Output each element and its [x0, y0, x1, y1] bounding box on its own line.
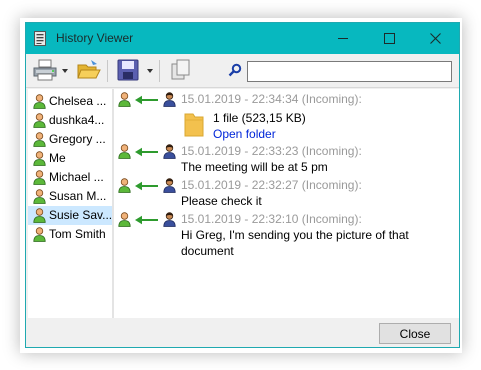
search-icon: [228, 63, 242, 77]
maximize-icon: [384, 33, 395, 44]
incoming-arrow-icon: [135, 147, 158, 157]
contact-item[interactable]: Tom Smith: [28, 225, 112, 244]
message-direction-icons: [118, 178, 178, 194]
contact-name: Michael ...: [49, 170, 104, 184]
contact-item[interactable]: Gregory ...: [28, 130, 112, 149]
message-text: The meeting will be at 5 pm: [181, 160, 328, 174]
message-text: document: [181, 244, 234, 258]
sender-user-icon: [163, 92, 176, 107]
file-info: 1 file (523,15 KB): [213, 111, 306, 125]
message-timestamp: 15.01.2019 - 22:34:34 (Incoming):: [181, 92, 362, 106]
search-input[interactable]: [247, 61, 452, 82]
user-icon: [33, 94, 46, 109]
contact-item[interactable]: Me: [28, 149, 112, 168]
message-direction-icons: [118, 144, 178, 160]
incoming-arrow-icon: [135, 215, 158, 225]
contact-name: Susie Sav...: [49, 208, 113, 222]
app-icon: [34, 31, 46, 46]
print-dropdown-arrow[interactable]: [62, 69, 68, 73]
message-text: Please check it: [181, 194, 262, 208]
maximize-button[interactable]: [367, 23, 413, 54]
message-direction-icons: [118, 92, 178, 108]
contact-item[interactable]: Chelsea ...: [28, 92, 112, 111]
minimize-button[interactable]: [321, 23, 367, 54]
incoming-arrow-icon: [135, 181, 158, 191]
contact-name: Gregory ...: [49, 132, 106, 146]
sender-user-icon: [163, 212, 176, 227]
recipient-user-icon: [118, 212, 131, 227]
minimize-icon: [338, 38, 348, 39]
toolbar-separator: [159, 60, 160, 82]
message-timestamp: 15.01.2019 - 22:32:27 (Incoming):: [181, 178, 362, 192]
recipient-user-icon: [118, 144, 131, 159]
user-icon: [33, 170, 46, 185]
contact-item[interactable]: Michael ...: [28, 168, 112, 187]
folder-icon: [184, 113, 204, 137]
window-title: History Viewer: [56, 31, 134, 45]
copy-icon[interactable]: [168, 58, 194, 82]
user-icon: [33, 132, 46, 147]
contact-list[interactable]: Chelsea ... dushka4... Gregory ... Me Michae…: [28, 89, 112, 318]
user-icon: [33, 113, 46, 128]
toolbar-separator: [107, 60, 108, 82]
save-icon[interactable]: [116, 58, 140, 82]
incoming-arrow-icon: [135, 95, 158, 105]
open-folder-icon[interactable]: [76, 58, 102, 82]
contact-name: Me: [49, 151, 66, 165]
close-window-button[interactable]: [413, 23, 459, 54]
title-bar[interactable]: History Viewer: [26, 23, 459, 54]
user-icon: [33, 151, 46, 166]
contact-item[interactable]: Susie Sav...: [28, 206, 112, 225]
user-icon: [33, 227, 46, 242]
user-icon: [33, 189, 46, 204]
history-viewer-window: History Viewer Chelsea ... dushka4... Gr…: [25, 22, 460, 348]
contact-name: Chelsea ...: [49, 94, 107, 108]
contact-name: dushka4...: [49, 113, 105, 127]
sender-user-icon: [163, 144, 176, 159]
recipient-user-icon: [118, 178, 131, 193]
toolbar: [26, 54, 459, 88]
message-history[interactable]: 15.01.2019 - 22:34:34 (Incoming): 1 file…: [114, 89, 459, 318]
sender-user-icon: [163, 178, 176, 193]
save-dropdown-arrow[interactable]: [147, 69, 153, 73]
message-text: Hi Greg, I'm sending you the picture of …: [181, 228, 409, 242]
recipient-user-icon: [118, 92, 131, 107]
footer: Close: [26, 318, 459, 347]
contact-item[interactable]: Susan M...: [28, 187, 112, 206]
close-icon: [430, 33, 441, 44]
printer-icon[interactable]: [32, 58, 58, 82]
user-icon: [33, 208, 46, 223]
message-direction-icons: [118, 212, 178, 228]
open-folder-link[interactable]: Open folder: [213, 127, 276, 141]
contact-item[interactable]: dushka4...: [28, 111, 112, 130]
contact-name: Tom Smith: [49, 227, 106, 241]
close-button[interactable]: Close: [379, 323, 451, 344]
contact-name: Susan M...: [49, 189, 107, 203]
message-timestamp: 15.01.2019 - 22:33:23 (Incoming):: [181, 144, 362, 158]
message-timestamp: 15.01.2019 - 22:32:10 (Incoming):: [181, 212, 362, 226]
